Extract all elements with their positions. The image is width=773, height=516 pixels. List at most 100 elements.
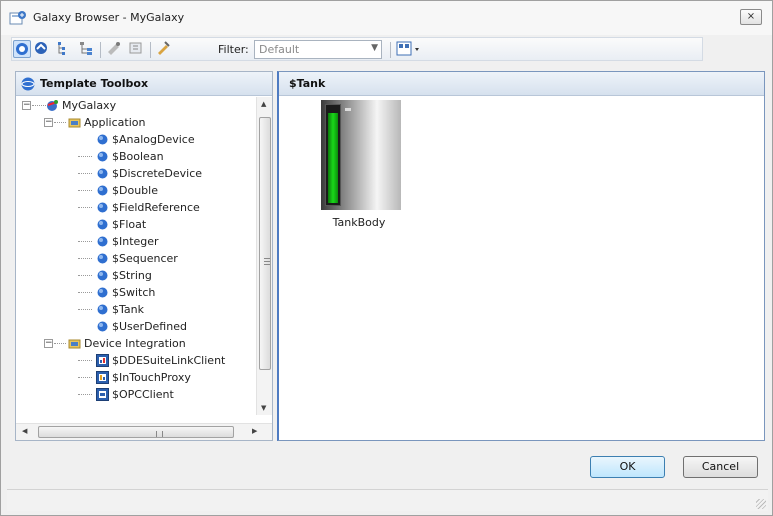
- galaxy-browser-window: Galaxy Browser - MyGalaxy ⨯ Filter: Defa…: [0, 0, 773, 516]
- tree-item-template[interactable]: $FieldReference: [16, 199, 256, 216]
- tree-item-label: $Float: [112, 218, 147, 231]
- tree-item-mygalaxy[interactable]: − MyGalaxy: [16, 97, 256, 114]
- template-toolbox-icon: [16, 43, 28, 55]
- template-icon: [97, 253, 108, 264]
- deploy-button[interactable]: [128, 40, 146, 58]
- tree-line: [32, 105, 46, 106]
- tank-tag-icon: [345, 108, 351, 111]
- collapse-icon[interactable]: −: [22, 101, 31, 110]
- panel-title: $Tank: [289, 77, 326, 90]
- scrollbar-thumb[interactable]: [38, 426, 234, 438]
- graphic-toolbox-button[interactable]: [33, 40, 51, 58]
- tree-item-label: Application: [84, 116, 146, 129]
- model-view-button[interactable]: [55, 40, 73, 58]
- resize-grip-icon[interactable]: [756, 499, 766, 509]
- deploy-icon: [129, 42, 142, 54]
- title-bar: Galaxy Browser - MyGalaxy ⨯: [1, 1, 772, 35]
- tree-item-di-object[interactable]: $DDESuiteLinkClient: [16, 352, 256, 369]
- tree-item-template[interactable]: $Float: [16, 216, 256, 233]
- template-icon: [97, 304, 108, 315]
- template-toolbox-panel: Template Toolbox − MyGalaxy − Applicatio…: [15, 71, 273, 441]
- tree-line: [78, 275, 92, 276]
- folder-icon: [68, 339, 81, 349]
- tree-line: [78, 377, 92, 378]
- template-icon: [97, 151, 108, 162]
- tree-item-label: $InTouchProxy: [112, 371, 191, 384]
- tree-item-di-object[interactable]: $InTouchProxy: [16, 369, 256, 386]
- tree-line: [78, 173, 92, 174]
- template-icon: [97, 168, 108, 179]
- template-toolbox-button[interactable]: [13, 40, 31, 58]
- tree-item-label: $DDESuiteLinkClient: [112, 354, 226, 367]
- cancel-button[interactable]: Cancel: [683, 456, 758, 478]
- scroll-right-icon[interactable]: ▶: [252, 427, 257, 435]
- tree-line: [78, 207, 92, 208]
- view-options-button[interactable]: [395, 40, 423, 58]
- template-icon: [97, 134, 108, 145]
- graphic-thumbnail[interactable]: TankBody: [309, 100, 409, 230]
- tank-graphic-preview: [321, 100, 401, 210]
- ok-button[interactable]: OK: [590, 456, 665, 478]
- scroll-down-icon[interactable]: ▼: [261, 404, 266, 412]
- template-icon: [97, 202, 108, 213]
- tree-item-label: $Switch: [112, 286, 156, 299]
- scroll-up-icon[interactable]: ▲: [261, 100, 266, 108]
- tree-item-device-integration[interactable]: − Device Integration: [16, 335, 256, 352]
- view-options-icon: [396, 41, 419, 56]
- template-tree: − MyGalaxy − Application $AnalogDevice $…: [16, 97, 256, 427]
- properties-icon: [158, 41, 170, 55]
- tree-item-template[interactable]: $DiscreteDevice: [16, 165, 256, 182]
- tree-line: [78, 292, 92, 293]
- tree-item-template[interactable]: $String: [16, 267, 256, 284]
- template-toolbox-icon: [21, 77, 35, 91]
- status-bar: [7, 489, 768, 511]
- tree-item-template[interactable]: $Boolean: [16, 148, 256, 165]
- template-toolbox-header: Template Toolbox: [16, 72, 272, 96]
- collapse-icon[interactable]: −: [44, 339, 53, 348]
- filter-dropdown[interactable]: Default ▼: [254, 40, 382, 59]
- assign-button[interactable]: [106, 40, 124, 58]
- tree-item-template[interactable]: $AnalogDevice: [16, 131, 256, 148]
- tree-item-label: $Double: [112, 184, 158, 197]
- tree-line: [78, 309, 92, 310]
- tree-item-template[interactable]: $Switch: [16, 284, 256, 301]
- close-button[interactable]: ⨯: [740, 9, 762, 25]
- horizontal-scrollbar[interactable]: ◀ ▶: [16, 423, 272, 440]
- tree-item-template[interactable]: $UserDefined: [16, 318, 256, 335]
- tree-item-label: $Tank: [112, 303, 144, 316]
- filter-value: Default: [259, 43, 300, 56]
- toolbar-separator: [100, 42, 101, 58]
- tree-item-label: $FieldReference: [112, 201, 200, 214]
- tree-item-template[interactable]: $Double: [16, 182, 256, 199]
- derivation-view-button[interactable]: [78, 40, 96, 58]
- graphic-preview-panel: $Tank TankBody: [277, 71, 765, 441]
- tree-view-icon: [58, 42, 65, 55]
- tree-item-template[interactable]: $Tank: [16, 301, 256, 318]
- template-icon: [97, 287, 108, 298]
- chevron-down-icon: ▼: [371, 43, 378, 53]
- close-icon: ⨯: [746, 11, 756, 22]
- tree-line: [78, 360, 92, 361]
- tree-item-label: MyGalaxy: [62, 99, 117, 112]
- tree-line: [54, 122, 66, 123]
- galaxy-icon: [47, 100, 58, 111]
- di-object-icon: [96, 388, 109, 401]
- vertical-scrollbar[interactable]: ▲ ▼: [256, 97, 272, 415]
- tree-item-label: $Boolean: [112, 150, 164, 163]
- grip-icon: [156, 431, 163, 437]
- tree-item-application[interactable]: − Application: [16, 114, 256, 131]
- tree-line: [78, 156, 92, 157]
- scrollbar-thumb[interactable]: [259, 117, 271, 370]
- scroll-left-icon[interactable]: ◀: [22, 427, 27, 435]
- toolbar-separator: [150, 42, 151, 58]
- collapse-icon[interactable]: −: [44, 118, 53, 127]
- tree-item-template[interactable]: $Sequencer: [16, 250, 256, 267]
- template-icon: [97, 321, 108, 332]
- tree-item-template[interactable]: $Integer: [16, 233, 256, 250]
- assign-icon: [108, 42, 120, 55]
- properties-button[interactable]: [155, 40, 173, 58]
- galaxy-browser-icon: [9, 11, 26, 25]
- tree-item-di-object[interactable]: $OPCClient: [16, 386, 256, 403]
- toolbar: Filter: Default ▼: [11, 37, 703, 61]
- tree-item-label: $Integer: [112, 235, 159, 248]
